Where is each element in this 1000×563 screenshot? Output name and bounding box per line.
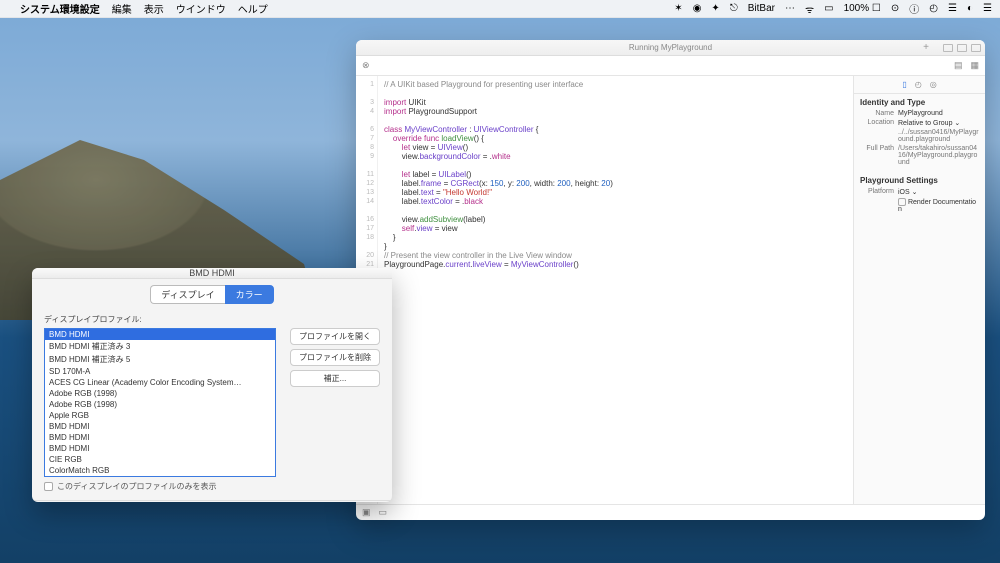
calibrate-button[interactable]: 補正... [290, 370, 380, 387]
profile-item[interactable]: BMD HDMI [45, 443, 275, 454]
panel-toggle-bottom[interactable] [957, 44, 967, 52]
pref-tabs: ディスプレイ カラー [32, 279, 392, 310]
location-select[interactable]: Relative to Group [898, 120, 952, 127]
display-preferences-window: BMD HDMI ディスプレイ カラー ディスプレイプロファイル: BMD HD… [32, 268, 392, 502]
profile-item[interactable]: Adobe RGB (1998) [45, 388, 275, 399]
xcode-window: Running MyPlayground + ⊗ ▤ ▦ 1 34 6789 1… [356, 40, 985, 520]
location-path: ../../sussan0416/MyPlayground.playground [898, 129, 979, 143]
profile-item[interactable]: ACES CG Linear (Academy Color Encoding S… [45, 377, 275, 388]
tab-display[interactable]: ディスプレイ [150, 285, 224, 304]
menu-window[interactable]: ウインドウ [176, 1, 226, 16]
user-icon[interactable]: ☰ [948, 3, 957, 14]
panel-toggle-left[interactable] [943, 44, 953, 52]
profile-listbox[interactable]: BMD HDMIBMD HDMI 補正済み 3BMD HDMI 補正済み 5SD… [44, 328, 276, 477]
bitbar-menu[interactable]: BitBar [748, 3, 775, 14]
pref-title: BMD HDMI [32, 268, 392, 279]
divider-icon: ⋯ [785, 3, 795, 14]
spotlight-icon[interactable]: ⊙ [891, 3, 899, 14]
wifi-icon[interactable]: ᯤ [805, 2, 814, 16]
profile-item[interactable]: BMD HDMI [45, 329, 275, 340]
add-tab-button[interactable]: + [923, 42, 929, 53]
close-tab-icon[interactable]: ⊗ [362, 60, 370, 71]
notification-icon[interactable]: ☰ [983, 3, 992, 14]
help-inspector-icon[interactable]: ◎ [930, 80, 937, 89]
file-inspector-icon[interactable]: ▯ [902, 80, 906, 89]
status-icon[interactable]: ◉ [693, 3, 702, 14]
control-icon[interactable]: ⓘ [909, 1, 919, 16]
battery-status[interactable]: 100% ☐ [844, 3, 881, 14]
profile-list-label: ディスプレイプロファイル: [44, 314, 276, 325]
platform-select[interactable]: iOS [898, 189, 910, 196]
profile-item[interactable]: ColorMatch RGB [45, 465, 275, 476]
delete-profile-button[interactable]: プロファイルを削除 [290, 349, 380, 366]
panel-toggle-right[interactable] [971, 44, 981, 52]
status-icon[interactable]: ✶ [674, 3, 682, 14]
app-menu[interactable]: システム環境設定 [20, 1, 100, 16]
menu-help[interactable]: ヘルプ [238, 1, 268, 16]
profile-item[interactable]: Adobe RGB (1998) [45, 399, 275, 410]
profile-item[interactable]: BMD HDMI [45, 421, 275, 432]
tab-color[interactable]: カラー [225, 285, 274, 304]
xcode-title: Running MyPlayground [629, 43, 712, 52]
list-view-icon[interactable]: ▤ [954, 60, 963, 71]
profile-item[interactable]: SD 170M-A [45, 366, 275, 377]
profile-item[interactable]: BMD HDMI [45, 432, 275, 443]
debug-console-icon[interactable]: ▭ [379, 507, 388, 518]
render-doc-checkbox[interactable] [898, 198, 906, 206]
checkbox-label: このディスプレイのプロファイルのみを表示 [57, 481, 216, 492]
clock-icon[interactable]: ◴ [929, 3, 938, 14]
xcode-inspector: ▯ ◴ ◎ Identity and Type NameMyPlayground… [853, 76, 985, 504]
code-editor[interactable]: // A UIKit based Playground for presenti… [378, 76, 853, 504]
menu-edit[interactable]: 編集 [112, 1, 132, 16]
xcode-debug-bar: ▣ ▭ [356, 504, 985, 520]
history-inspector-icon[interactable]: ◴ [915, 80, 922, 89]
status-icon[interactable]: ⎋ [730, 3, 738, 14]
xcode-tabbar: ⊗ ▤ ▦ [356, 56, 985, 76]
profile-item[interactable]: BMD HDMI 補正済み 3 [45, 340, 275, 353]
menu-view[interactable]: 表示 [144, 1, 164, 16]
playground-name[interactable]: MyPlayground [898, 110, 979, 117]
layout-icon[interactable]: ▦ [970, 60, 979, 71]
show-only-this-display-checkbox[interactable] [44, 482, 53, 491]
menu-bar: システム環境設定 編集 表示 ウインドウ ヘルプ ✶ ◉ ✦ ⎋ BitBar … [0, 0, 1000, 18]
display-icon[interactable]: ▭ [824, 3, 833, 14]
xcode-titlebar[interactable]: Running MyPlayground + [356, 40, 985, 56]
siri-icon[interactable]: ◐ [967, 3, 973, 14]
inspector-section-title: Playground Settings [860, 176, 979, 185]
profile-item[interactable]: CIE RGB [45, 454, 275, 465]
full-path: /Users/takahiro/sussan0416/MyPlayground.… [898, 145, 979, 166]
profile-item[interactable]: Apple RGB [45, 410, 275, 421]
status-icon[interactable]: ✦ [711, 3, 719, 14]
debug-toggle-icon[interactable]: ▣ [362, 507, 371, 518]
inspector-section-title: Identity and Type [860, 98, 979, 107]
profile-item[interactable]: BMD HDMI 補正済み 5 [45, 353, 275, 366]
open-profile-button[interactable]: プロファイルを開く [290, 328, 380, 345]
